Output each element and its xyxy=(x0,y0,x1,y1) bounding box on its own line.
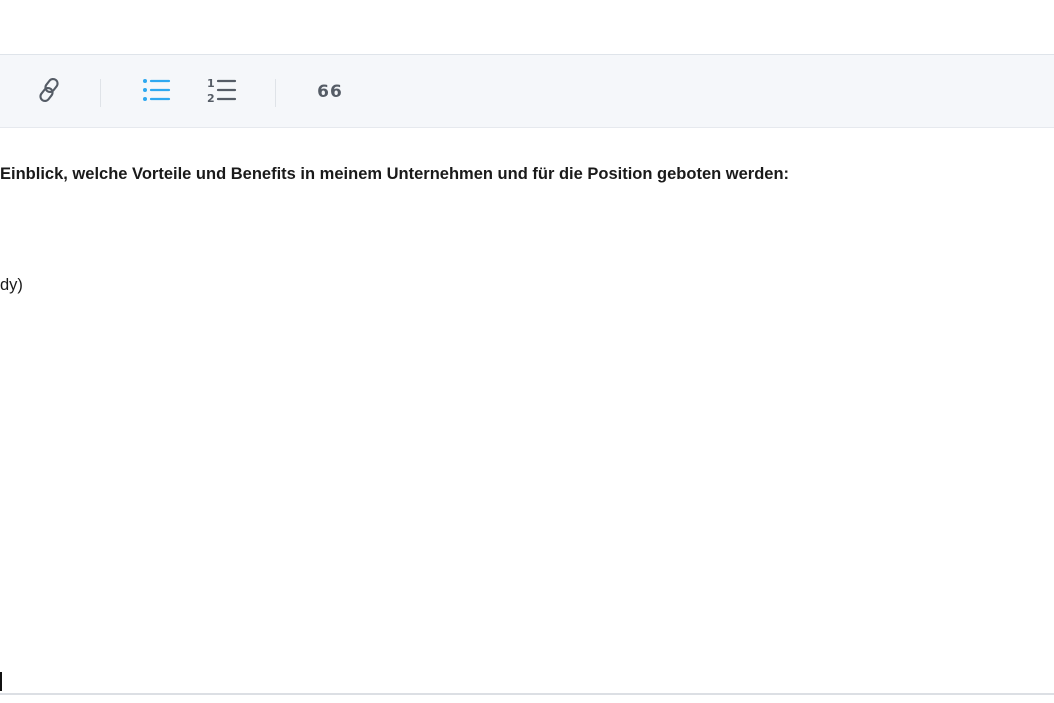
link-icon xyxy=(34,75,64,110)
numbered-list-icon: 1 2 xyxy=(203,74,237,111)
bullet-list-icon xyxy=(139,74,171,111)
svg-text:2: 2 xyxy=(207,92,215,105)
svg-text:1: 1 xyxy=(207,77,215,90)
editor-bottom-border xyxy=(0,693,1054,695)
text-cursor xyxy=(0,672,2,691)
toolbar-separator xyxy=(100,79,101,107)
editor-content[interactable]: Einblick, welche Vorteile und Benefits i… xyxy=(0,128,1054,694)
blockquote-button[interactable]: 66 xyxy=(312,75,348,109)
text-line: Einblick, welche Vorteile und Benefits i… xyxy=(0,165,790,183)
link-button[interactable] xyxy=(30,75,68,109)
rich-text-editor: 1 2 66 Einblick, welche Vorteile und Ben… xyxy=(0,0,1054,703)
editor-toolbar: 1 2 66 xyxy=(0,55,1054,128)
quote-icon: 66 xyxy=(317,82,343,102)
toolbar-separator xyxy=(275,79,276,107)
text-line: dy) xyxy=(0,276,23,294)
numbered-list-button[interactable]: 1 2 xyxy=(200,75,240,109)
bullet-list-button[interactable] xyxy=(136,75,174,109)
